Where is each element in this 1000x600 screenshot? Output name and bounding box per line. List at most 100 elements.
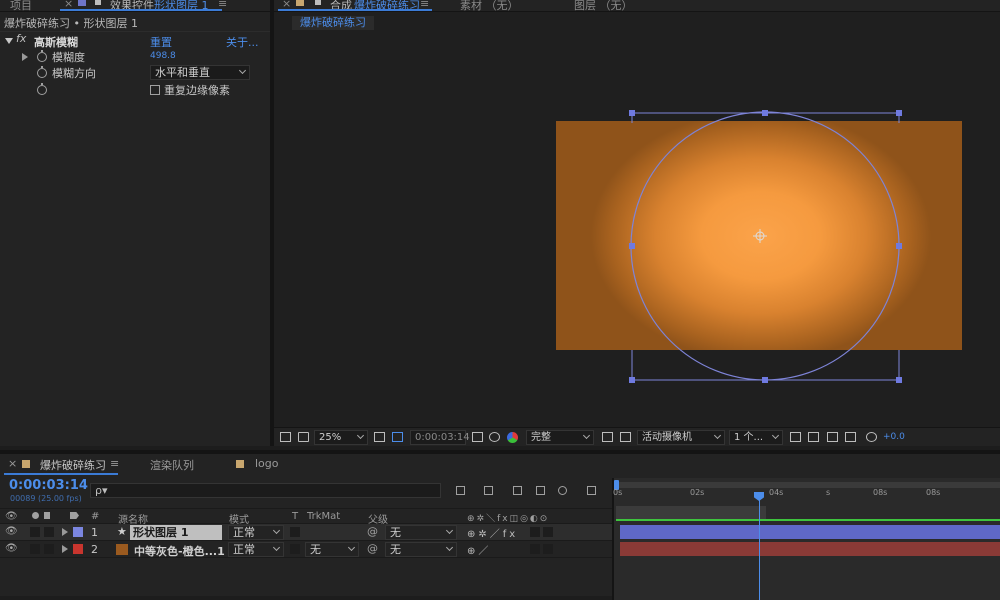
- mode-dropdown[interactable]: 正常: [228, 525, 284, 540]
- fast-preview-icon[interactable]: [808, 432, 819, 442]
- timeline-icon[interactable]: [827, 432, 838, 442]
- solo-toggle[interactable]: [30, 527, 40, 537]
- layer-switches-icons[interactable]: ⊕／: [467, 542, 491, 557]
- transparency-grid-icon[interactable]: [620, 432, 631, 442]
- col-trkmat[interactable]: TrkMat: [307, 511, 340, 522]
- resolution-dropdown[interactable]: 完整: [526, 430, 594, 445]
- handle-top-center[interactable]: [762, 110, 768, 116]
- close-icon[interactable]: ×: [8, 457, 17, 470]
- frame-info: 00089 (25.00 fps): [10, 494, 82, 503]
- visibility-eye-icon[interactable]: 👁: [5, 526, 18, 537]
- solo-toggle[interactable]: [30, 544, 40, 554]
- current-timecode[interactable]: 0:00:03:14: [9, 478, 88, 493]
- shy-layers-icon[interactable]: [513, 486, 522, 495]
- lock-toggle[interactable]: [44, 544, 54, 554]
- expand-triangle-icon[interactable]: [62, 545, 68, 553]
- preserve-transparency-toggle[interactable]: [290, 544, 300, 554]
- lock-toggle[interactable]: [44, 527, 54, 537]
- layer-2-duration-bar[interactable]: [620, 542, 1000, 556]
- comp-mini-flowchart-icon[interactable]: [456, 486, 465, 495]
- show-snapshot-icon[interactable]: [489, 432, 500, 442]
- shape-layer-overlay[interactable]: [274, 0, 1000, 427]
- flowchart-icon[interactable]: [845, 432, 856, 442]
- layer-search-input[interactable]: ρ▾: [90, 483, 441, 498]
- always-preview-icon[interactable]: [280, 432, 291, 442]
- fit-icon[interactable]: [374, 432, 385, 442]
- visibility-eye-icon[interactable]: 👁: [5, 543, 18, 554]
- tab-project[interactable]: 项目: [10, 0, 32, 13]
- playhead-line[interactable]: [759, 492, 760, 600]
- mask-visibility-icon[interactable]: [392, 432, 403, 442]
- tab-render-queue[interactable]: 渲染队列: [150, 457, 194, 473]
- prop-blurriness-value[interactable]: 498.8: [150, 51, 176, 61]
- fx-icon[interactable]: fx: [16, 32, 26, 45]
- monitor-icon[interactable]: [298, 432, 309, 442]
- stopwatch-icon[interactable]: [37, 50, 47, 62]
- tab-timeline-comp[interactable]: 爆炸破碎练习: [40, 457, 106, 473]
- trkmat-dropdown[interactable]: 无: [305, 542, 359, 557]
- exposure-value[interactable]: +0.0: [883, 432, 905, 442]
- direction-dropdown[interactable]: 水平和垂直: [150, 65, 250, 80]
- preserve-transparency-toggle[interactable]: [290, 527, 300, 537]
- adjustment-toggle[interactable]: [530, 544, 540, 554]
- table-row[interactable]: 👁 1 ★ 形状图层 1 正常 @ 无 ⊕✲／fx: [0, 524, 612, 541]
- solid-footage-icon: [116, 544, 128, 555]
- frame-blending-icon[interactable]: [536, 486, 545, 495]
- handle-mid-left[interactable]: [629, 243, 635, 249]
- stopwatch-icon[interactable]: [37, 66, 47, 78]
- layer-name[interactable]: 中等灰色-橙色...1: [134, 543, 225, 559]
- parent-dropdown[interactable]: 无: [385, 525, 457, 540]
- handle-bottom-left[interactable]: [629, 377, 635, 383]
- layer-label-color[interactable]: [73, 527, 83, 537]
- solo-icon[interactable]: [32, 512, 39, 519]
- motion-blur-icon[interactable]: [558, 486, 567, 495]
- pickwhip-icon[interactable]: @: [367, 542, 378, 555]
- expand-triangle-icon[interactable]: [22, 53, 28, 61]
- ellipse-path[interactable]: [630, 111, 900, 381]
- region-of-interest-icon[interactable]: [602, 432, 613, 442]
- tab-logo[interactable]: logo: [255, 457, 279, 470]
- table-row[interactable]: 👁 2 中等灰色-橙色...1 正常 无 @ 无 ⊕／: [0, 541, 612, 558]
- adjustment-toggle[interactable]: [530, 527, 540, 537]
- handle-mid-right[interactable]: [896, 243, 902, 249]
- parent-dropdown[interactable]: 无: [385, 542, 457, 557]
- handle-bottom-center[interactable]: [762, 377, 768, 383]
- layer-1-duration-bar[interactable]: [620, 525, 1000, 539]
- handle-bottom-right[interactable]: [896, 377, 902, 383]
- anchor-point-icon[interactable]: [753, 229, 767, 243]
- property-row-direction: 模糊方向 水平和垂直: [0, 64, 270, 81]
- panel-menu-icon[interactable]: ≡: [110, 457, 119, 470]
- 3d-layer-toggle[interactable]: [543, 544, 553, 554]
- collapse-triangle-icon[interactable]: [5, 38, 13, 44]
- tab-effect-controls[interactable]: 效果控件: [110, 0, 154, 13]
- stopwatch-icon[interactable]: [37, 83, 47, 95]
- lock-column-icon[interactable]: [44, 512, 50, 519]
- color-channels-icon[interactable]: [507, 432, 518, 443]
- views-dropdown[interactable]: 1 个...: [729, 430, 783, 445]
- 3d-layer-toggle[interactable]: [543, 527, 553, 537]
- effect-row-gaussian-blur[interactable]: fx 高斯模糊 重置 关于...: [0, 31, 270, 49]
- zoom-dropdown[interactable]: 25%: [314, 430, 368, 445]
- work-area-bar[interactable]: [616, 482, 1000, 488]
- timeline-graph-area[interactable]: [612, 478, 1000, 600]
- graph-editor-icon[interactable]: [587, 486, 596, 495]
- camera-dropdown[interactable]: 活动摄像机: [637, 430, 725, 445]
- active-tab-indicator: [4, 473, 118, 475]
- lock-icon[interactable]: [95, 0, 101, 5]
- mode-dropdown[interactable]: 正常: [228, 542, 284, 557]
- handle-top-left[interactable]: [629, 110, 635, 116]
- toggle-pixel-aspect-icon[interactable]: [790, 432, 801, 442]
- layer-switches-icons[interactable]: ⊕✲／fx: [467, 525, 518, 540]
- repeat-edge-checkbox[interactable]: [150, 85, 160, 95]
- exposure-reset-icon[interactable]: [866, 432, 877, 442]
- expand-triangle-icon[interactable]: [62, 528, 68, 536]
- layer-label-color[interactable]: [73, 544, 83, 554]
- camera-snapshot-icon[interactable]: [472, 432, 483, 442]
- handle-top-right[interactable]: [896, 110, 902, 116]
- visibility-eye-icon[interactable]: 👁: [5, 511, 18, 522]
- layer-name-field[interactable]: 形状图层 1: [130, 525, 222, 540]
- switches-icons[interactable]: ⊕✲＼fx◫◎◐⊙: [467, 511, 549, 524]
- pickwhip-icon[interactable]: @: [367, 525, 378, 538]
- draft-3d-icon[interactable]: [484, 486, 493, 495]
- timecode-display[interactable]: 0:00:03:14: [410, 430, 470, 445]
